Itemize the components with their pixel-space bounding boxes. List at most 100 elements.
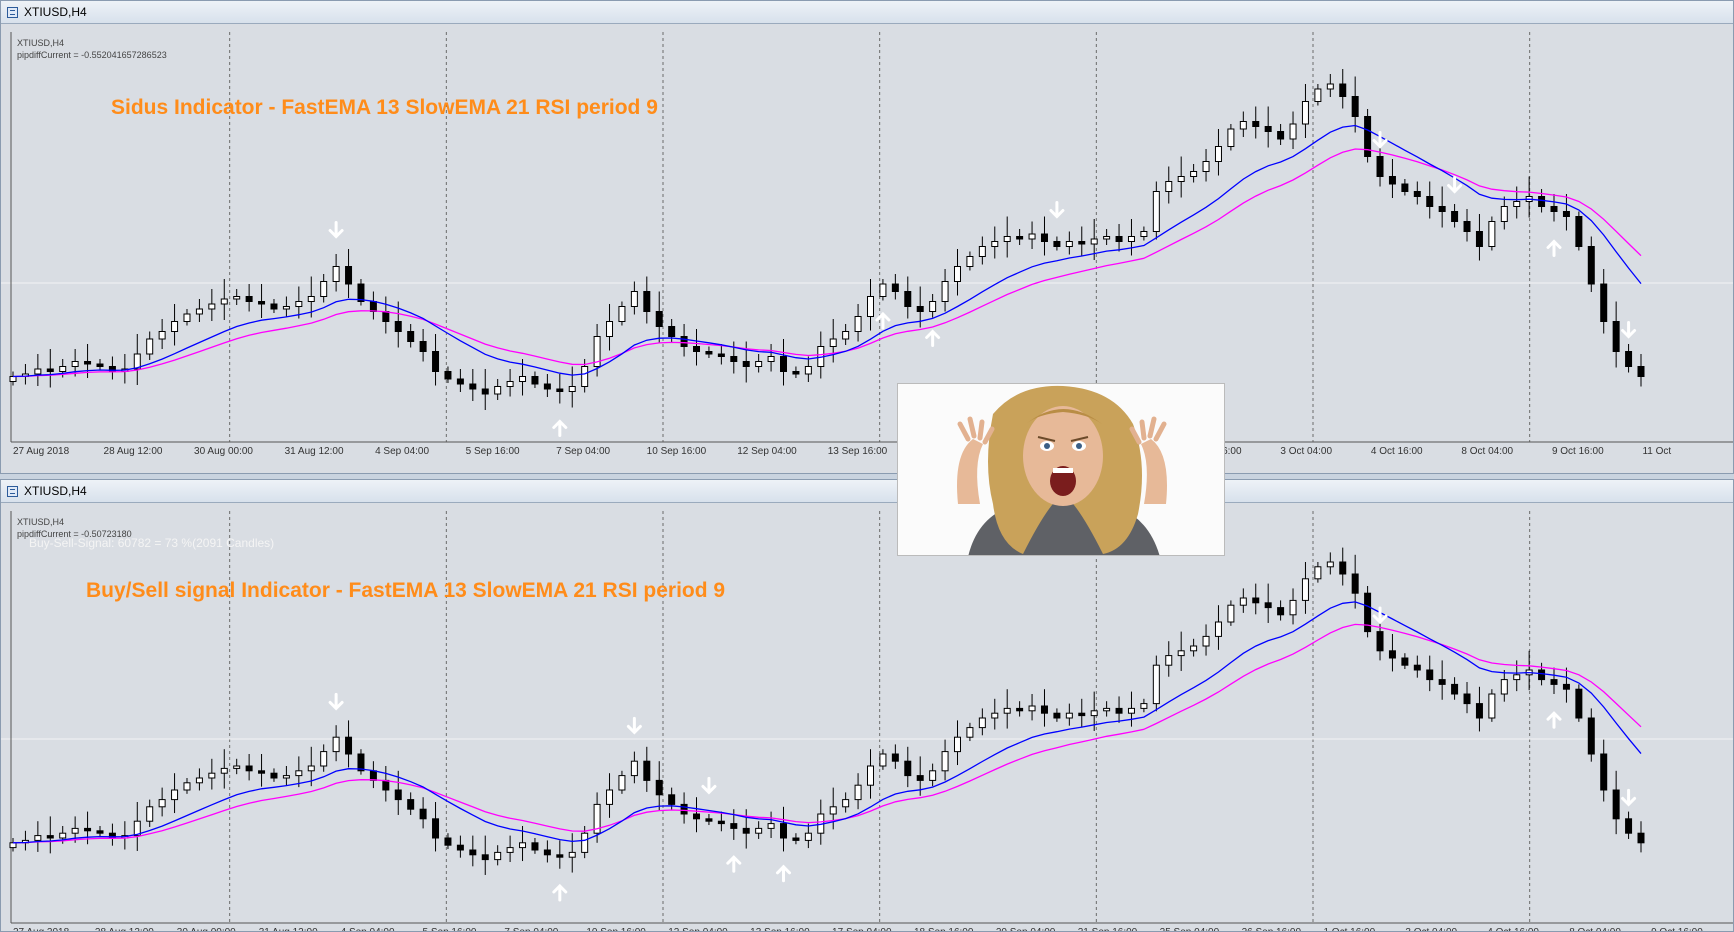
candle: [419, 341, 427, 352]
candle: [1351, 573, 1359, 594]
candle: [606, 789, 614, 805]
candle: [655, 311, 663, 327]
candle: [158, 331, 166, 340]
candle: [9, 376, 17, 382]
chart-window-top[interactable]: XTIUSD,H4 XTIUSD,H4 pipdiffCurrent = -0.…: [0, 0, 1734, 474]
chart-window-icon: [7, 6, 18, 18]
candle: [891, 753, 899, 762]
candle: [59, 832, 67, 839]
candle: [941, 751, 949, 772]
candle: [929, 301, 937, 312]
candle: [469, 383, 477, 390]
candle: [1401, 657, 1409, 666]
candle: [1177, 176, 1185, 182]
candle: [618, 775, 626, 791]
candle: [1637, 832, 1645, 844]
chart-window-titlebar[interactable]: XTIUSD,H4: [1, 1, 1733, 24]
candle: [705, 351, 713, 355]
candle: [742, 827, 750, 834]
candle: [1413, 191, 1421, 197]
candle: [506, 381, 514, 387]
time-axis-label: 12 Sep 04:00: [668, 927, 728, 932]
candle: [1239, 597, 1247, 606]
time-axis-label: 8 Oct 04:00: [1461, 446, 1513, 457]
candle: [543, 849, 551, 856]
candle: [519, 376, 527, 382]
candle: [568, 851, 576, 858]
candle: [357, 753, 365, 772]
chart-window-title: XTIUSD,H4: [24, 5, 87, 19]
candle: [369, 301, 377, 312]
candle: [904, 291, 912, 307]
time-axis-label: 31 Aug 12:00: [259, 927, 318, 932]
candle: [767, 823, 775, 829]
candle: [978, 717, 986, 729]
chart-grid: [1, 32, 1733, 443]
candle: [1277, 131, 1285, 140]
time-axis-label: 10 Sep 16:00: [586, 927, 646, 932]
chart-window-titlebar[interactable]: XTIUSD,H4: [1, 480, 1733, 503]
candle: [730, 356, 738, 362]
candle: [1376, 631, 1384, 652]
price-chart-top[interactable]: XTIUSD,H4 pipdiffCurrent = -0.5520416572…: [1, 24, 1734, 474]
candle: [581, 832, 589, 853]
candle: [1127, 236, 1135, 242]
candle: [1003, 707, 1011, 714]
candle: [171, 321, 179, 332]
candle: [804, 366, 812, 375]
candle: [1401, 183, 1409, 192]
candle: [1103, 236, 1111, 240]
candle: [1562, 683, 1570, 690]
candle: [966, 727, 974, 738]
candle: [556, 854, 564, 858]
candle: [357, 283, 365, 302]
candle: [1488, 693, 1496, 719]
candle: [1252, 121, 1260, 127]
time-axis-label: 28 Aug 12:00: [104, 446, 163, 457]
candle: [96, 363, 104, 367]
buy-arrow-icon: [552, 419, 568, 437]
candle: [643, 760, 651, 781]
time-axis-label: 4 Sep 04:00: [341, 927, 395, 932]
candle: [158, 799, 166, 808]
candle: [1214, 146, 1222, 162]
price-chart-bottom[interactable]: XTIUSD,H4 pipdiffCurrent = -0.50723180 B…: [1, 503, 1734, 932]
candle: [1500, 679, 1508, 695]
candle: [71, 827, 79, 834]
candle: [978, 246, 986, 257]
candle: [295, 770, 303, 777]
time-axis-label: 3 Oct 04:00: [1280, 446, 1332, 457]
candle: [9, 842, 17, 849]
candle: [1326, 561, 1334, 568]
candle: [1115, 707, 1123, 714]
candle: [171, 789, 179, 801]
chart-window-bottom[interactable]: XTIUSD,H4 XTIUSD,H4 pipdiffCurrent = -0.…: [0, 479, 1734, 932]
sell-arrow-icon: [1621, 321, 1637, 339]
candle: [767, 356, 775, 362]
candle: [1040, 705, 1048, 714]
candle: [345, 266, 353, 285]
candle: [680, 803, 688, 815]
candle: [208, 303, 216, 310]
candle: [1463, 693, 1471, 705]
candle: [345, 736, 353, 755]
candle: [220, 767, 228, 774]
time-axis-label: 31 Aug 12:00: [285, 446, 344, 457]
candle: [456, 378, 464, 385]
candle: [34, 368, 42, 375]
candle: [1314, 566, 1322, 580]
candle: [730, 823, 738, 829]
candle: [717, 820, 725, 825]
candle: [146, 806, 154, 822]
slow-ema-line: [12, 148, 1642, 378]
candle: [866, 296, 874, 317]
candle: [1239, 121, 1247, 130]
candle: [531, 376, 539, 385]
sell-arrow-icon: [328, 221, 344, 239]
candle: [829, 338, 837, 347]
candle: [1152, 191, 1160, 232]
candle: [1053, 241, 1061, 247]
candle: [1214, 621, 1222, 637]
candle: [1016, 236, 1024, 240]
candle: [1028, 705, 1036, 712]
